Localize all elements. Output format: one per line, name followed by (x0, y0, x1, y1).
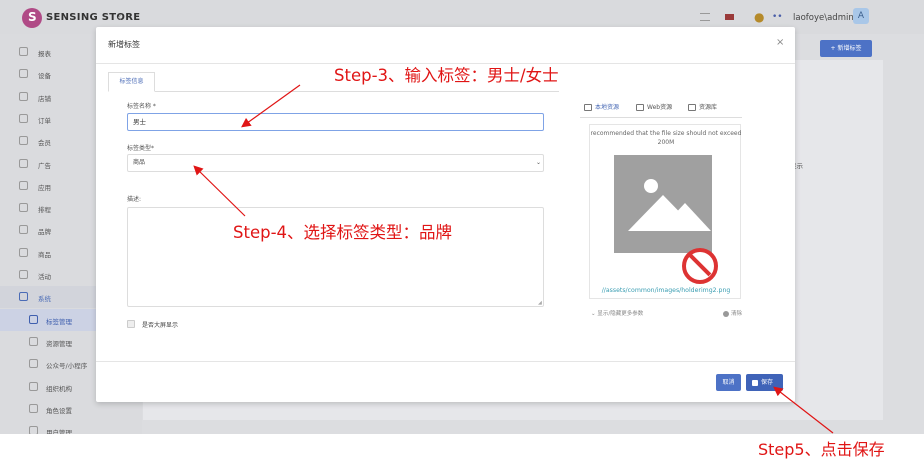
app-icon (19, 180, 28, 190)
order-icon (19, 113, 28, 123)
sidebar-item-label: 会员 (38, 139, 51, 148)
sidebar-item-label: 设备 (38, 72, 51, 81)
sidebar-item-label: 品牌 (38, 228, 51, 237)
modal-title: 新增标签 (108, 40, 140, 49)
bell-icon[interactable]: ● (754, 10, 764, 24)
sidebar-item-label: 公众号/小程序 (46, 362, 88, 371)
close-icon[interactable]: × (776, 37, 784, 48)
sidebar-item-label: 广告 (38, 161, 51, 170)
sidebar-item-label: 系统 (38, 295, 51, 304)
sidebar-item-label: 角色设置 (46, 406, 72, 415)
user-name[interactable]: laofoye\admin (793, 13, 854, 23)
sidebar-item-label: 报表 (38, 50, 51, 58)
sidebar-item-label: 商品 (38, 250, 51, 259)
tab-divider (108, 91, 559, 92)
more-dots-icon[interactable]: •• (772, 12, 783, 22)
sidebar-item-label: 活动 (38, 273, 51, 281)
sidebar-item-label: 标签管理 (46, 317, 72, 326)
menu-icon[interactable] (700, 13, 710, 21)
desc-label: 描述: (127, 196, 142, 203)
tab-local-resource[interactable]: 本地资源 (584, 102, 619, 111)
save-button[interactable]: 保存 (746, 374, 783, 391)
schedule-icon (19, 203, 28, 213)
chevron-left-icon[interactable]: ‹ (117, 10, 122, 24)
tab-web-resource[interactable]: Web资源 (636, 102, 672, 111)
system-icon (19, 292, 28, 302)
product-icon (19, 247, 28, 257)
brand-name: SENSING STORE (46, 12, 141, 23)
org-icon (29, 381, 38, 391)
wechat-icon (29, 359, 38, 369)
sidebar-item-label: 订单 (38, 116, 51, 125)
resource-icon (29, 336, 38, 346)
bigscreen-label: 是否大屏显示 (142, 322, 179, 329)
toggle-more-params[interactable]: ⌄ 显示/隐藏更多参数 (591, 309, 643, 317)
web-resource-icon (636, 104, 644, 111)
sidebar-item-label: 店铺 (38, 94, 51, 103)
tag-name-input[interactable]: 男士 (127, 113, 544, 131)
clear-button[interactable]: 清除 (723, 309, 742, 317)
sidebar-subitem-5[interactable]: 用户管理 (0, 420, 142, 434)
clear-icon (723, 310, 729, 317)
member-icon (19, 136, 28, 146)
name-label: 标签名称 * (127, 103, 156, 110)
save-icon (752, 379, 758, 386)
sidebar-item-label: 资源管理 (46, 339, 72, 348)
cancel-button[interactable]: 取消 (716, 374, 741, 391)
image-preview-panel[interactable]: recommended that the file size should no… (589, 124, 741, 299)
role-icon (29, 403, 38, 413)
tab-resource-library[interactable]: 资源库 (688, 102, 717, 111)
activity-icon (19, 270, 28, 279)
tag-icon (29, 314, 38, 324)
sidebar-item-label: 用户管理 (46, 429, 72, 434)
image-tab-divider (580, 117, 742, 118)
flag-icon[interactable] (725, 14, 734, 20)
resize-handle-icon[interactable]: ◢ (538, 300, 542, 306)
file-size-note: recommended that the file size should no… (590, 130, 742, 146)
local-resource-icon (584, 104, 592, 111)
store-icon (19, 91, 28, 101)
report-icon (19, 47, 28, 56)
placeholder-image-icon (614, 155, 712, 253)
brand-icon (19, 225, 28, 235)
tab-tag-info[interactable]: 标签信息 (108, 72, 155, 92)
ad-icon (19, 158, 28, 168)
annotation-step4: Step-4、选择标签类型：品牌 (233, 223, 453, 242)
chevron-down-icon[interactable]: ⌄ (536, 159, 541, 166)
library-icon (688, 104, 696, 111)
device-icon (19, 69, 28, 79)
bigscreen-checkbox[interactable] (127, 320, 135, 328)
user-icon (29, 426, 38, 434)
type-label: 标签类型* (127, 145, 155, 152)
tag-type-select[interactable]: 商品 (127, 154, 544, 172)
sidebar-item-label: 组织机构 (46, 384, 72, 393)
annotation-step3: Step-3、输入标签：男士/女士 (334, 66, 559, 85)
divider (96, 361, 795, 362)
sidebar-item-label: 应用 (38, 183, 51, 192)
add-tag-button[interactable]: + 新增标签 (820, 40, 872, 57)
sidebar-item-label: 排程 (38, 206, 51, 215)
avatar[interactable]: A (853, 8, 869, 24)
image-path-link[interactable]: //assets/common/images/holderimg2.png (590, 287, 742, 294)
annotation-step5: Step5、点击保存 (758, 440, 885, 459)
